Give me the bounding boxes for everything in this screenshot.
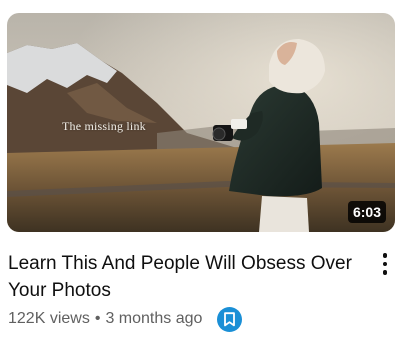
thumbnail-overlay-text: The missing link [62,119,146,133]
video-metadata: 122K views • 3 months ago [8,306,243,332]
duration-badge: 6:03 [347,201,386,223]
video-thumbnail[interactable]: The missing link 6:03 [7,13,395,232]
video-title[interactable]: Learn This And People Will Obsess Over Y… [8,250,373,304]
save-button[interactable] [217,306,243,332]
view-count: 122K views [8,310,90,327]
menu-dot [382,253,388,258]
more-vert-icon[interactable] [376,251,394,277]
menu-dot [382,270,388,275]
bookmark-icon [224,311,236,326]
video-card[interactable]: The missing link 6:03 Learn This And Peo… [0,0,412,340]
menu-dot [382,261,388,267]
upload-age: 3 months ago [105,310,203,327]
meta-separator: • [94,310,101,327]
